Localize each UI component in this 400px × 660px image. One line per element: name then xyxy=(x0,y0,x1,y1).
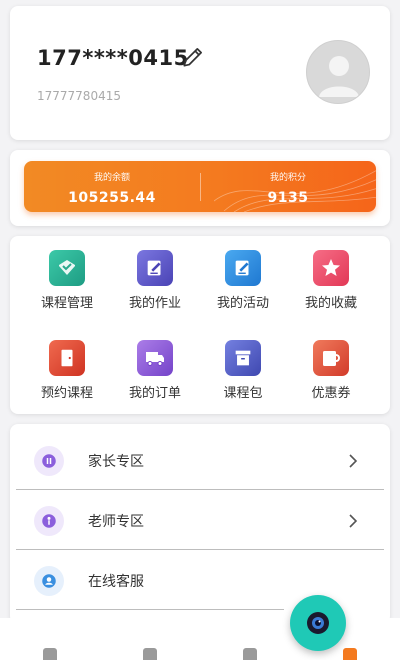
grid-item-my-homework[interactable]: 我的作业 xyxy=(110,250,200,311)
balance-value: 105255.44 xyxy=(68,190,156,206)
star-icon xyxy=(313,250,349,286)
edit-doc-icon xyxy=(225,250,261,286)
tab-message-icon[interactable] xyxy=(243,648,257,660)
grid-item-label: 优惠券 xyxy=(311,386,351,401)
feature-grid: 课程管理 我的作业 我的活动 我的收藏 预约课程 我的订单 课程包 优惠券 xyxy=(10,236,390,414)
masked-phone: 177****0415 xyxy=(37,46,189,70)
shield-check-icon xyxy=(49,250,85,286)
truck-icon xyxy=(137,340,173,376)
grid-item-my-favorites[interactable]: 我的收藏 xyxy=(286,250,376,311)
grid-item-label: 我的活动 xyxy=(216,296,269,311)
chevron-right-icon xyxy=(349,454,358,468)
service-icon xyxy=(34,566,64,596)
camera-icon xyxy=(307,612,329,634)
points-section[interactable]: 我的积分 9135 xyxy=(200,161,376,212)
phone-number: 17777780415 xyxy=(37,89,121,103)
grid-item-my-orders[interactable]: 我的订单 xyxy=(110,340,200,401)
tab-mine-icon[interactable] xyxy=(343,648,357,660)
avatar[interactable] xyxy=(306,40,370,104)
grid-item-my-activities[interactable]: 我的活动 xyxy=(198,250,288,311)
grid-item-book-course[interactable]: 预约课程 xyxy=(22,340,112,401)
grid-item-label: 预约课程 xyxy=(40,386,93,401)
menu-item-parent-zone[interactable]: 家长专区 xyxy=(16,430,384,490)
grid-item-label: 我的收藏 xyxy=(304,296,357,311)
menu-list: 家长专区 老师专区 在线客服 xyxy=(10,424,390,624)
coupon-icon xyxy=(313,340,349,376)
tab-course-icon[interactable] xyxy=(143,648,157,660)
points-value: 9135 xyxy=(267,190,309,206)
divider xyxy=(16,609,284,610)
wallet-banner[interactable]: 我的余额 105255.44 我的积分 9135 xyxy=(24,161,376,212)
box-icon xyxy=(225,340,261,376)
grid-item-course-package[interactable]: 课程包 xyxy=(198,340,288,401)
edit-doc-icon xyxy=(137,250,173,286)
door-icon xyxy=(49,340,85,376)
chevron-right-icon xyxy=(349,514,358,528)
grid-item-label: 我的作业 xyxy=(128,296,181,311)
default-avatar-icon xyxy=(319,56,359,97)
grid-item-label: 课程管理 xyxy=(40,296,93,311)
balance-section[interactable]: 我的余额 105255.44 xyxy=(24,161,200,212)
grid-item-course-management[interactable]: 课程管理 xyxy=(22,250,112,311)
pencil-icon[interactable] xyxy=(180,44,206,70)
grid-item-coupons[interactable]: 优惠券 xyxy=(286,340,376,401)
points-label: 我的积分 xyxy=(269,173,306,183)
teacher-icon xyxy=(34,506,64,536)
menu-item-teacher-zone[interactable]: 老师专区 xyxy=(16,490,384,550)
menu-item-label: 家长专区 xyxy=(88,454,144,470)
grid-item-label: 课程包 xyxy=(223,386,263,401)
menu-item-label: 在线客服 xyxy=(88,574,144,590)
floating-camera-button[interactable] xyxy=(290,595,346,651)
wallet-card: 我的余额 105255.44 我的积分 9135 xyxy=(10,150,390,226)
profile-card: 177****0415 17777780415 xyxy=(10,6,390,140)
balance-label: 我的余额 xyxy=(93,173,130,183)
tab-home-icon[interactable] xyxy=(43,648,57,660)
grid-item-label: 我的订单 xyxy=(128,386,181,401)
parent-icon xyxy=(34,446,64,476)
menu-item-label: 老师专区 xyxy=(88,514,144,530)
